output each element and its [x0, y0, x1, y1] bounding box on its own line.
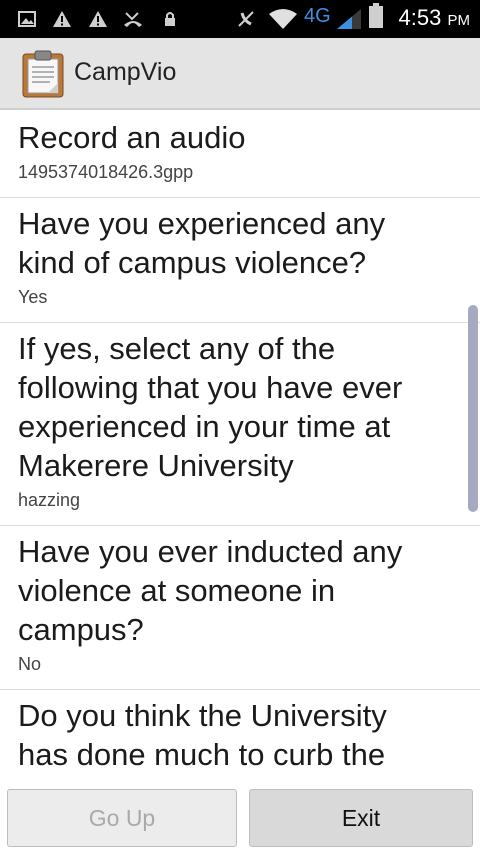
go-up-button[interactable]: Go Up [7, 789, 237, 847]
wifi-icon [268, 8, 298, 30]
network-type: 4G [304, 4, 331, 27]
missed-call-icon [122, 8, 144, 30]
clock-time: 4:53 [398, 5, 442, 30]
warning-icon [52, 8, 72, 30]
question-text: If yes, select any of the following that… [18, 331, 403, 483]
question-text: Have you experienced any kind of campus … [18, 206, 386, 280]
question-text: Do you think the University has done muc… [18, 698, 387, 772]
list-item[interactable]: Have you ever inducted any violence at s… [0, 526, 480, 690]
answer-text: hazzing [18, 490, 81, 510]
list-item[interactable]: Have you experienced any kind of campus … [0, 198, 480, 323]
answer-text: Yes [18, 287, 48, 307]
scrollbar[interactable] [468, 305, 478, 512]
battery-icon [368, 3, 384, 28]
question-text: Have you ever inducted any violence at s… [18, 534, 403, 647]
signal-icon [336, 8, 362, 30]
gallery-icon [18, 8, 36, 30]
list-item[interactable]: Do you think the University has done muc… [0, 690, 480, 780]
app-title: CampVio [74, 58, 177, 86]
answers-list[interactable]: Record an audio 1495374018426.3gpp Have … [0, 112, 480, 780]
clock-ampm: PM [447, 12, 471, 29]
exit-button[interactable]: Exit [249, 789, 473, 847]
button-bar: Go Up Exit [0, 780, 480, 854]
lock-icon [164, 8, 176, 30]
list-item[interactable]: Record an audio 1495374018426.3gpp [0, 112, 480, 198]
clock: 4:53 PM [399, 5, 470, 31]
action-bar: CampVio [0, 38, 480, 110]
warning-icon [88, 8, 108, 30]
mute-icon [236, 8, 256, 30]
list-item[interactable]: If yes, select any of the following that… [0, 323, 480, 526]
answer-text: 1495374018426.3gpp [18, 162, 194, 182]
answer-text: No [18, 654, 42, 674]
status-bar: 4G 4:53 PM [0, 0, 480, 38]
question-text: Record an audio [18, 120, 246, 155]
clipboard-icon[interactable] [22, 50, 64, 98]
